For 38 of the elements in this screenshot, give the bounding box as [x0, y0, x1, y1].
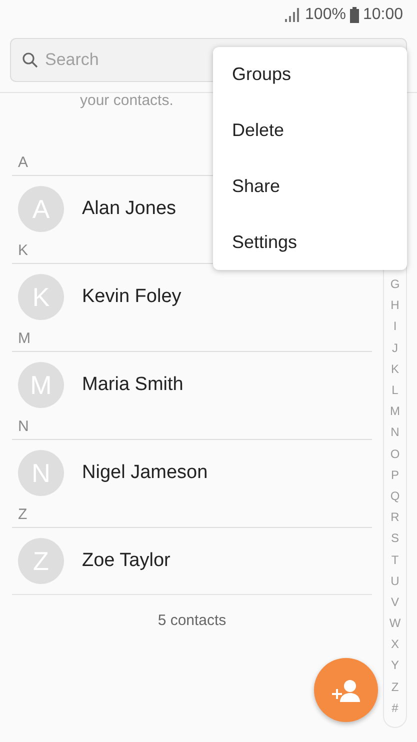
index-letter[interactable]: K: [390, 358, 399, 380]
section-header: Z: [12, 506, 372, 528]
index-letter[interactable]: L: [392, 380, 398, 402]
index-letter[interactable]: H: [390, 295, 400, 316]
index-letter[interactable]: P: [390, 464, 399, 486]
section-header: N: [12, 418, 372, 440]
contact-name: Kevin Foley: [82, 286, 182, 308]
clock-time: 10:00: [362, 6, 403, 24]
add-contact-button[interactable]: [314, 658, 378, 722]
signal-icon: [285, 8, 302, 22]
contact-name: Maria Smith: [82, 374, 184, 396]
index-letter[interactable]: S: [390, 528, 399, 550]
index-letter[interactable]: V: [390, 592, 399, 614]
index-letter[interactable]: Y: [390, 655, 399, 677]
index-letter[interactable]: Q: [390, 486, 400, 508]
index-letter[interactable]: I: [393, 316, 397, 338]
index-letter[interactable]: T: [391, 550, 399, 571]
index-letter[interactable]: X: [390, 634, 399, 656]
index-letter[interactable]: Z: [391, 676, 399, 698]
hint-text: your contacts.: [79, 93, 174, 109]
index-letter[interactable]: O: [390, 444, 400, 465]
battery-icon: [350, 7, 359, 23]
index-letter[interactable]: #: [392, 698, 398, 719]
index-letter[interactable]: G: [390, 274, 400, 296]
contact-name: Zoe Taylor: [82, 550, 170, 572]
index-letter[interactable]: U: [390, 570, 400, 592]
contact-name: Nigel Jameson: [82, 462, 208, 484]
index-letter[interactable]: R: [390, 507, 400, 528]
index-letter[interactable]: M: [390, 401, 400, 422]
search-icon: [22, 52, 38, 68]
index-letter[interactable]: N: [390, 422, 400, 444]
index-letter[interactable]: W: [389, 613, 401, 634]
index-letter[interactable]: J: [392, 338, 398, 359]
add-person-icon: [331, 678, 361, 702]
contact-name: Alan Jones: [82, 198, 176, 220]
contact-count: 5 contacts: [12, 594, 372, 629]
battery-percent: 100%: [305, 6, 346, 24]
section-header: M: [12, 330, 372, 352]
